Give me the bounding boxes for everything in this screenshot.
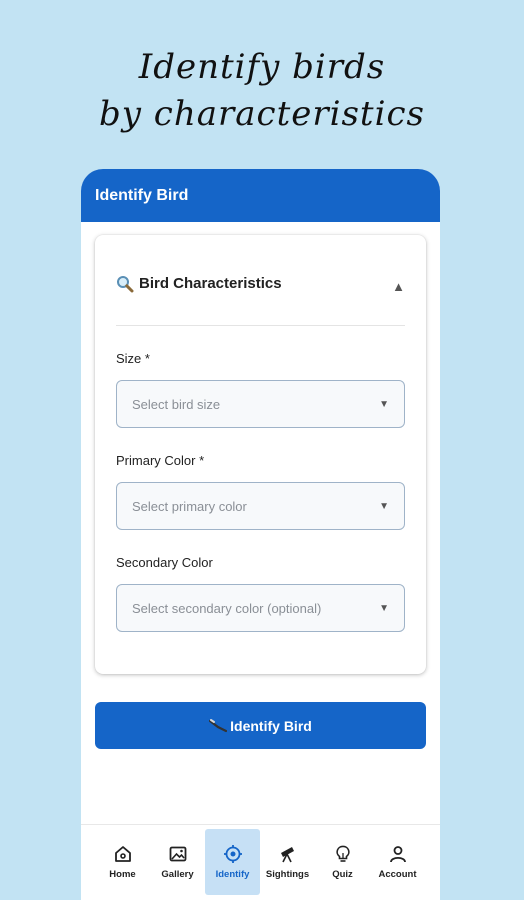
card-title: Bird Characteristics xyxy=(139,275,282,292)
primary-color-placeholder: Select primary color xyxy=(132,498,247,514)
telescope-icon xyxy=(280,847,294,863)
dropdown-arrow-icon: ▼ xyxy=(379,602,389,614)
nav-sightings[interactable]: Sightings xyxy=(260,829,315,895)
gallery-icon xyxy=(169,846,186,862)
bird-icon xyxy=(209,718,228,732)
nav-account[interactable]: Account xyxy=(370,829,425,895)
nav-home[interactable]: Home xyxy=(95,829,150,895)
nav-gallery[interactable]: Gallery xyxy=(150,829,205,895)
promo-headline: Identify birds by characteristics xyxy=(0,44,524,138)
nav-quiz-label: Quiz xyxy=(332,869,353,880)
nav-account-label: Account xyxy=(378,869,417,880)
phone-screen: Identify Bird Bird Characteristics ▲ Siz… xyxy=(81,169,440,900)
primary-color-label: Primary Color * xyxy=(116,453,205,468)
dropdown-arrow-icon: ▼ xyxy=(379,398,389,410)
target-icon xyxy=(223,845,242,863)
triangle-up-icon[interactable]: ▲ xyxy=(392,279,405,294)
nav-home-label: Home xyxy=(109,869,136,880)
nav-gallery-label: Gallery xyxy=(161,869,194,880)
magnifier-icon xyxy=(117,275,134,292)
secondary-color-label: Secondary Color xyxy=(116,555,213,570)
size-select[interactable]: Select bird size ▼ xyxy=(116,380,405,428)
divider xyxy=(116,325,405,326)
size-placeholder: Select bird size xyxy=(132,396,221,412)
bottom-nav: Home Gallery Identify Sightings Quiz Acc… xyxy=(81,824,440,900)
nav-identify-label: Identify xyxy=(215,869,250,880)
card-header[interactable]: Bird Characteristics ▲ xyxy=(116,273,405,294)
headline-line-1: Identify birds xyxy=(138,47,386,87)
card-title-group: Bird Characteristics xyxy=(116,275,282,293)
person-icon xyxy=(389,846,406,863)
size-label: Size * xyxy=(116,351,150,366)
identify-bird-label: Identify Bird xyxy=(230,717,312,734)
app-bar-title: Identify Bird xyxy=(95,186,189,204)
lightbulb-icon xyxy=(335,845,350,862)
dropdown-arrow-icon: ▼ xyxy=(379,500,389,512)
identify-bird-button[interactable]: Identify Bird xyxy=(95,702,426,749)
nav-quiz[interactable]: Quiz xyxy=(315,829,370,895)
primary-color-select[interactable]: Select primary color ▼ xyxy=(116,482,405,530)
home-icon xyxy=(114,846,131,862)
headline-line-2: by characteristics xyxy=(99,94,425,134)
nav-sightings-label: Sightings xyxy=(265,869,310,880)
app-bar: Identify Bird xyxy=(81,169,440,222)
secondary-color-select[interactable]: Select secondary color (optional) ▼ xyxy=(116,584,405,632)
characteristics-card: Bird Characteristics ▲ Size * Select bir… xyxy=(95,235,426,674)
nav-identify[interactable]: Identify xyxy=(205,829,260,895)
secondary-color-placeholder: Select secondary color (optional) xyxy=(132,600,322,616)
